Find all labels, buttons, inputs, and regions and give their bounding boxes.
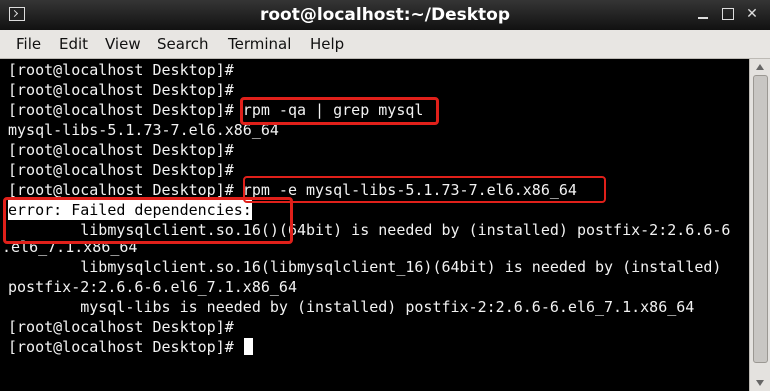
menu-help[interactable]: Help	[310, 35, 344, 53]
terminal-line: [root@localhost Desktop]#	[8, 161, 234, 179]
terminal-window: root@localhost:~/Desktop ✕ File Edit Vie…	[0, 0, 770, 391]
terminal-line: [root@localhost Desktop]#	[8, 141, 234, 159]
vertical-scrollbar[interactable]	[749, 59, 770, 391]
menu-search[interactable]: Search	[157, 35, 209, 53]
terminal-line: [root@localhost Desktop]#	[8, 81, 234, 99]
scroll-up-icon[interactable]	[756, 64, 764, 70]
prompt-line: [root@localhost Desktop]#	[8, 337, 253, 357]
annotation-box-grep	[240, 97, 439, 125]
terminal-line: postfix-2:2.6.6-6.el6_7.1.x86_64	[8, 278, 297, 296]
menu-bar: File Edit View Search Terminal Help	[0, 30, 770, 59]
scrollbar-thumb[interactable]	[753, 75, 768, 363]
terminal-line: [root@localhost Desktop]#	[8, 61, 234, 79]
terminal-line: libmysqlclient.so.16(libmysqlclient_16)(…	[8, 258, 722, 276]
minimize-icon[interactable]	[696, 7, 710, 21]
close-icon[interactable]: ✕	[745, 7, 759, 21]
text-cursor	[243, 338, 253, 355]
terminal-line: mysql-libs-5.1.73-7.el6.x86_64	[8, 121, 279, 139]
prompt-text: [root@localhost Desktop]#	[8, 338, 234, 356]
menu-view[interactable]: View	[105, 35, 141, 53]
terminal-line: [root@localhost Desktop]#	[8, 318, 234, 336]
title-bar[interactable]: root@localhost:~/Desktop ✕	[0, 0, 770, 30]
menu-edit[interactable]: Edit	[59, 35, 88, 53]
terminal-output[interactable]: [root@localhost Desktop]# [root@localhos…	[0, 59, 749, 391]
menu-file[interactable]: File	[16, 35, 41, 53]
terminal-line: mysql-libs is needed by (installed) post…	[8, 298, 695, 316]
window-title: root@localhost:~/Desktop	[259, 5, 511, 25]
menu-terminal[interactable]: Terminal	[228, 35, 291, 53]
scroll-down-icon[interactable]	[756, 380, 764, 386]
annotation-box-error	[3, 197, 293, 244]
maximize-icon[interactable]	[721, 7, 735, 21]
annotation-box-remove	[243, 176, 606, 203]
